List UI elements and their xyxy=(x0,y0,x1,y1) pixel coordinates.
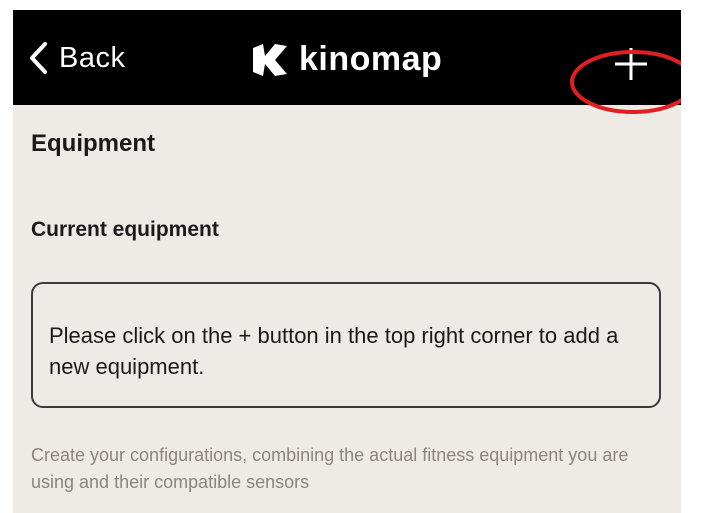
page-title: Equipment xyxy=(31,130,155,157)
empty-equipment-message: Please click on the + button in the top … xyxy=(49,323,619,379)
kinomap-logo-icon xyxy=(253,43,287,76)
configuration-helper-text: Create your configurations, combining th… xyxy=(31,445,629,492)
back-label: Back xyxy=(59,41,126,74)
empty-equipment-box: Please click on the + button in the top … xyxy=(31,282,661,408)
kinomap-logo: kinomap xyxy=(251,40,442,79)
back-button[interactable]: Back xyxy=(27,36,125,80)
app-screen: Back kinomap Equipment Current equipment… xyxy=(13,10,681,513)
plus-icon xyxy=(615,48,647,80)
current-equipment-heading: Current equipment xyxy=(31,218,219,241)
top-nav-bar: Back kinomap xyxy=(13,10,681,105)
add-equipment-button[interactable] xyxy=(609,42,653,86)
logo-text: kinomap xyxy=(299,40,443,78)
chevron-left-icon xyxy=(30,42,47,74)
